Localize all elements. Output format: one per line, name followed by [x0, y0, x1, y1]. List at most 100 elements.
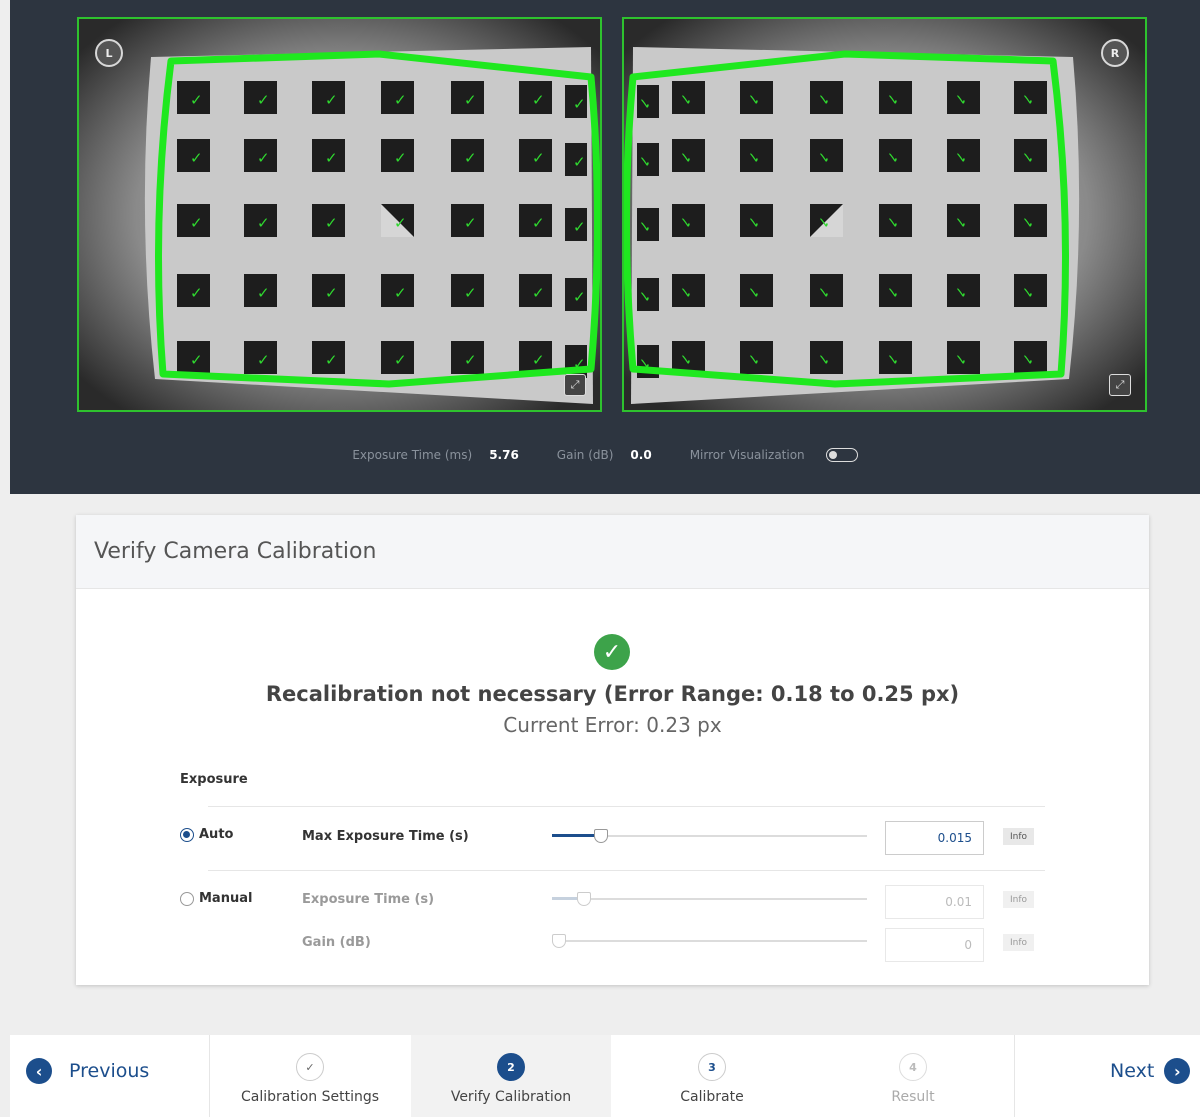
detection-check: ✓ [464, 351, 477, 369]
slider-thumb[interactable] [576, 892, 591, 906]
detection-check: ✓ [817, 351, 830, 369]
divider [208, 806, 1045, 807]
detection-check: ✓ [190, 351, 203, 369]
slider-thumb[interactable] [593, 829, 608, 843]
detection-check: ✓ [464, 214, 477, 232]
detection-check: ✓ [573, 153, 586, 171]
detection-check: ✓ [679, 149, 692, 167]
detection-check: ✓ [817, 214, 830, 232]
slider-thumb[interactable] [552, 934, 566, 948]
manual-radio-button[interactable] [180, 891, 194, 906]
detection-check: ✓ [464, 284, 477, 302]
previous-label: Previous [69, 1060, 150, 1082]
detection-check: ✓ [1021, 284, 1034, 302]
detection-check: ✓ [679, 214, 692, 232]
detection-check: ✓ [532, 149, 545, 167]
max-exposure-info-button[interactable]: Info [1003, 828, 1034, 845]
slider-track [552, 940, 867, 942]
chevron-right-icon: › [1164, 1058, 1191, 1084]
max-exposure-time-input[interactable]: 0.015 [885, 821, 984, 855]
wizard-footer: ‹ Previous ✓ Calibration Settings 2 Veri… [10, 1035, 1200, 1117]
detection-check: ✓ [257, 214, 270, 232]
exposure-time-value: 5.76 [489, 448, 519, 462]
detection-check: ✓ [747, 284, 760, 302]
mirror-visualization-label: Mirror Visualization [689, 448, 805, 462]
detection-check: ✓ [886, 284, 899, 302]
detection-check: ✓ [886, 149, 899, 167]
detection-check: ✓ [747, 91, 760, 109]
auto-radio-button[interactable] [180, 827, 194, 842]
gain-label: Gain (dB) [302, 935, 371, 950]
detection-check: ✓ [747, 149, 760, 167]
detection-check: ✓ [257, 351, 270, 369]
gain-info-button[interactable]: Info [1003, 934, 1034, 951]
expand-icon[interactable]: ⤢ [564, 374, 586, 396]
detection-check: ✓ [638, 153, 651, 171]
step-label: Verify Calibration [450, 1089, 572, 1105]
detection-check: ✓ [817, 91, 830, 109]
step-calibration-settings[interactable]: ✓ Calibration Settings [210, 1035, 410, 1117]
exposure-time-input[interactable]: 0.01 [885, 885, 984, 919]
exposure-section-label: Exposure [180, 772, 248, 787]
exposure-time-slider[interactable] [552, 892, 867, 906]
manual-radio[interactable]: Manual [180, 891, 252, 906]
detection-check: ✓ [257, 91, 270, 109]
detection-check: ✓ [1021, 351, 1034, 369]
detection-check: ✓ [464, 91, 477, 109]
detection-check: ✓ [954, 284, 967, 302]
step-done-check-icon: ✓ [296, 1053, 324, 1081]
result-title: Recalibration not necessary (Error Range… [265, 682, 960, 706]
current-error-text: Current Error: 0.23 px [503, 713, 722, 737]
gain-input[interactable]: 0 [885, 928, 984, 962]
exposure-time-label: Exposure Time (ms) [352, 448, 473, 462]
detection-check: ✓ [532, 91, 545, 109]
detection-check: ✓ [638, 218, 651, 236]
detection-check: ✓ [747, 214, 760, 232]
step-number: 3 [698, 1053, 726, 1081]
detection-check: ✓ [679, 91, 692, 109]
detection-check: ✓ [394, 214, 407, 232]
max-exposure-time-slider[interactable] [552, 829, 867, 843]
left-camera-image: ✓ ✓ ✓ ✓ ✓ ✓ ✓ ✓ ✓ ✓ ✓ ✓ ✓ ✓ ✓ ✓ ✓ ✓ ✓ ✓ ✓ ✓ ✓ ✓ ✓ ✓ ✓ ✓ ✓ ✓ ✓ ✓ ✓ ✓ ✓ L ⤢ [77, 17, 602, 412]
detection-check: ✓ [394, 351, 407, 369]
left-camera-badge: L [95, 39, 123, 67]
detection-check: ✓ [817, 284, 830, 302]
mirror-visualization-toggle[interactable] [825, 448, 858, 462]
detection-check: ✓ [190, 91, 203, 109]
next-label: Next [1110, 1060, 1155, 1082]
detection-check: ✓ [954, 149, 967, 167]
right-camera-badge: R [1101, 39, 1129, 67]
detection-check: ✓ [679, 284, 692, 302]
detection-check: ✓ [817, 149, 830, 167]
check-circle-icon: ✓ [594, 634, 630, 670]
detection-check: ✓ [573, 218, 586, 236]
expand-icon[interactable]: ⤢ [1109, 374, 1131, 396]
slider-track [552, 898, 867, 900]
detection-check: ✓ [1021, 91, 1034, 109]
step-calibrate[interactable]: 3 Calibrate [612, 1035, 812, 1117]
detection-check: ✓ [325, 214, 338, 232]
right-calibration-grid: ✓✓✓✓✓✓✓✓✓✓✓✓✓✓✓✓✓✓✓✓✓✓✓✓✓✓✓✓✓✓✓✓✓✓✓ [624, 19, 1145, 410]
max-exposure-time-label: Max Exposure Time (s) [302, 829, 469, 844]
detection-check: ✓ [190, 284, 203, 302]
step-number: 2 [497, 1053, 525, 1081]
camera-status-row: Exposure Time (ms) 5.76 Gain (dB) 0.0 Mi… [10, 448, 1200, 462]
divider [1014, 1035, 1015, 1117]
detection-check: ✓ [1021, 214, 1034, 232]
divider [208, 870, 1045, 871]
next-button[interactable]: Next › [1110, 1058, 1191, 1084]
detection-check: ✓ [190, 214, 203, 232]
step-label: Result [891, 1089, 935, 1105]
detection-check: ✓ [464, 149, 477, 167]
detection-check: ✓ [325, 351, 338, 369]
step-verify-calibration[interactable]: 2 Verify Calibration [411, 1035, 611, 1117]
gain-label: Gain (dB) [556, 448, 614, 462]
auto-radio[interactable]: Auto [180, 827, 233, 842]
gain-slider[interactable] [552, 934, 867, 948]
exposure-time-info-button[interactable]: Info [1003, 891, 1034, 908]
detection-check: ✓ [325, 91, 338, 109]
previous-button[interactable]: ‹ Previous [26, 1058, 149, 1084]
chevron-left-icon: ‹ [26, 1058, 52, 1084]
right-camera-image: ✓ ✓ ✓ ✓ ✓ ✓ ✓ ✓ ✓ ✓ ✓ ✓ ✓ ✓ ✓ ✓ ✓ ✓ ✓ ✓ ✓ ✓ ✓ ✓ ✓ ✓ ✓ ✓ ✓ ✓ ✓ ✓ ✓ ✓ ✓ R ⤢ [622, 17, 1147, 412]
auto-radio-label: Auto [199, 827, 234, 842]
